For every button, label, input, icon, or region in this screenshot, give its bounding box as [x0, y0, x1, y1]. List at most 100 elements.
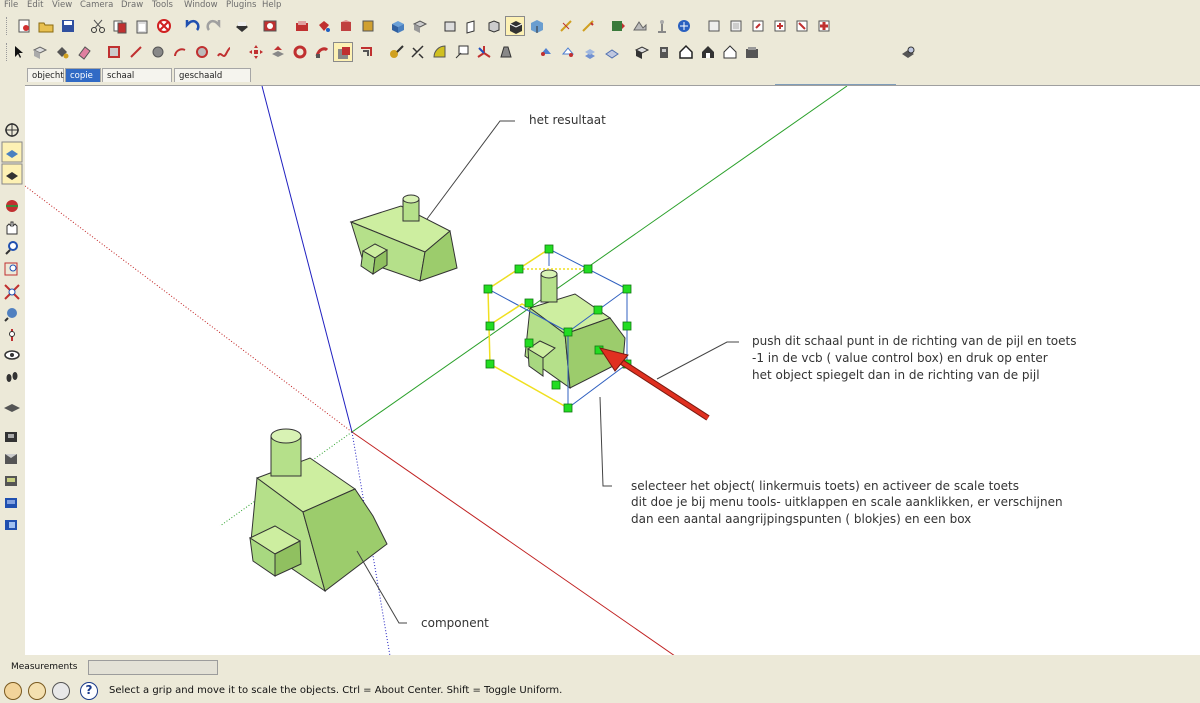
tape-measure-tool-icon[interactable] [386, 42, 406, 62]
model-info-icon[interactable] [260, 16, 280, 36]
menu-window[interactable]: Window [184, 0, 218, 11]
section-plane-icon[interactable] [632, 42, 652, 62]
paste-icon[interactable] [132, 16, 152, 36]
textured-style-icon[interactable] [527, 16, 547, 36]
offset-tool-icon[interactable] [356, 42, 376, 62]
home-view-icon[interactable] [676, 42, 696, 62]
toolbar-grip[interactable] [6, 17, 10, 35]
undo-icon[interactable] [182, 16, 202, 36]
push-pull-tool-icon[interactable] [268, 42, 288, 62]
section-icon[interactable] [578, 16, 598, 36]
print-icon[interactable] [232, 16, 252, 36]
move-tool-icon[interactable] [246, 42, 266, 62]
freehand-tool-icon[interactable] [214, 42, 234, 62]
tab-copie[interactable]: copie [65, 68, 101, 82]
menu-file[interactable]: File [4, 0, 18, 11]
previous-view-icon[interactable] [4, 308, 17, 322]
circle-tool-icon[interactable] [148, 42, 168, 62]
menu-edit[interactable]: Edit [27, 0, 43, 11]
group-icon[interactable] [358, 16, 378, 36]
menu-view[interactable]: View [52, 0, 72, 11]
paint-bucket-icon[interactable] [314, 16, 334, 36]
dimension-tool-icon[interactable] [408, 42, 428, 62]
arc-tool-icon[interactable] [170, 42, 190, 62]
protractor-tool-icon[interactable] [430, 42, 450, 62]
value-control-box[interactable] [88, 660, 218, 675]
menu-plugins[interactable]: Plugins [226, 0, 256, 11]
xray-icon[interactable] [556, 16, 576, 36]
orbit-icon[interactable] [5, 123, 19, 137]
zoom-icon[interactable] [5, 241, 18, 255]
3d-text-tool-icon[interactable] [496, 42, 516, 62]
front-view-icon[interactable] [440, 16, 460, 36]
tab-objecht[interactable]: objecht [27, 68, 64, 82]
layer-manager-icon[interactable] [898, 42, 918, 62]
menu-draw[interactable]: Draw [121, 0, 143, 11]
tab-schaal-opdracht[interactable]: schaal opdracht [102, 68, 172, 95]
scale-tool-icon[interactable] [333, 42, 353, 62]
copy-icon[interactable] [110, 16, 130, 36]
geo-location-icon[interactable] [4, 682, 22, 700]
scene-icon[interactable] [726, 16, 746, 36]
component-icon[interactable] [336, 16, 356, 36]
credits-icon[interactable] [28, 682, 46, 700]
style-3-icon[interactable] [5, 476, 17, 486]
interact-icon[interactable] [770, 16, 790, 36]
rectangle-tool-icon[interactable] [104, 42, 124, 62]
drawing-viewport[interactable]: het resultaat push dit schaal punt in de… [25, 85, 1200, 656]
stamp-icon[interactable] [580, 42, 600, 62]
rotate-tool-icon[interactable] [290, 42, 310, 62]
tab-geschaald-object[interactable]: geschaald object [174, 68, 251, 95]
make-component-tool-icon[interactable] [30, 42, 50, 62]
box-icon[interactable] [654, 42, 674, 62]
paint-bucket-tool-icon[interactable] [52, 42, 72, 62]
follow-me-tool-icon[interactable] [312, 42, 332, 62]
share-model-icon[interactable] [674, 16, 694, 36]
polygon-tool-icon[interactable] [192, 42, 212, 62]
add-location-icon[interactable] [608, 16, 628, 36]
new-file-icon[interactable] [14, 16, 34, 36]
top-view-icon[interactable] [410, 16, 430, 36]
style-1-icon[interactable] [5, 432, 17, 442]
dynamic-component-icon[interactable] [748, 16, 768, 36]
toggle-terrain-icon[interactable] [630, 16, 650, 36]
drape-icon[interactable] [602, 42, 622, 62]
style-2-icon[interactable] [5, 454, 17, 464]
make-component-icon[interactable] [292, 16, 312, 36]
smoove-icon[interactable] [558, 42, 578, 62]
menu-tools[interactable]: Tools [152, 0, 173, 11]
house-front-icon[interactable] [698, 42, 718, 62]
layer-icon[interactable] [742, 42, 762, 62]
right-view-icon[interactable] [462, 16, 482, 36]
pan-hand-icon[interactable] [6, 221, 18, 235]
shaded-style-icon[interactable] [505, 16, 525, 36]
select-arrow-icon[interactable] [8, 42, 28, 62]
google-sign-in-icon[interactable] [52, 682, 70, 700]
iso-view-icon[interactable] [388, 16, 408, 36]
style-5-icon[interactable] [5, 520, 17, 530]
menu-help[interactable]: Help [262, 0, 281, 11]
erase-icon[interactable] [154, 16, 174, 36]
cut-icon[interactable] [88, 16, 108, 36]
walk-around-icon[interactable] [6, 200, 18, 212]
zoom-window-icon[interactable] [4, 262, 18, 276]
line-tool-icon[interactable] [126, 42, 146, 62]
section-cut-icon[interactable] [4, 404, 20, 412]
get-models-icon[interactable] [704, 16, 724, 36]
house-side-icon[interactable] [720, 42, 740, 62]
style-4-icon[interactable] [5, 498, 17, 508]
axes-tool-icon[interactable] [474, 42, 494, 62]
menu-camera[interactable]: Camera [80, 0, 113, 11]
help-icon[interactable]: ? [80, 682, 98, 700]
component-attributes-icon[interactable] [814, 16, 834, 36]
component-options-icon[interactable] [792, 16, 812, 36]
back-view-icon[interactable] [484, 16, 504, 36]
scaled-object[interactable] [524, 269, 626, 390]
eraser-tool-icon[interactable] [74, 42, 94, 62]
result-object[interactable] [349, 194, 458, 282]
open-folder-icon[interactable] [36, 16, 56, 36]
add-geo-icon[interactable] [536, 42, 556, 62]
save-icon[interactable] [58, 16, 78, 36]
look-around-icon[interactable] [4, 350, 20, 360]
position-camera-icon[interactable] [9, 329, 15, 341]
